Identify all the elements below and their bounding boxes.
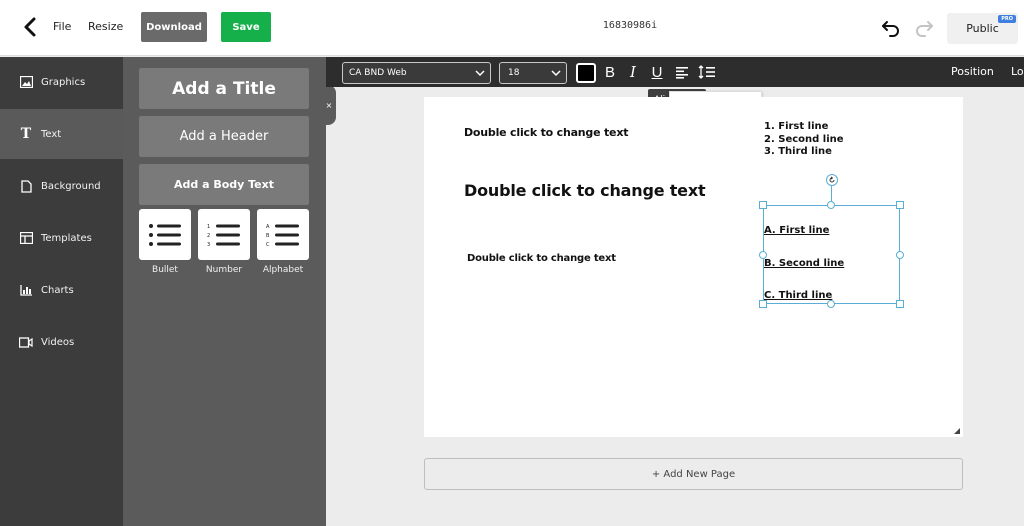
svg-text:2: 2 — [207, 233, 210, 239]
panel-collapse-button[interactable]: × — [322, 85, 336, 125]
alphabet-list-icon: A B C — [266, 224, 299, 248]
text-panel: Add a Title Add a Header Add a Body Text… — [123, 57, 326, 526]
alphabet-label: Alphabet — [262, 265, 304, 275]
font-size-select[interactable]: 18 — [499, 62, 567, 84]
nav-item-videos[interactable]: Videos — [0, 317, 123, 367]
undo-icon[interactable] — [880, 16, 902, 38]
lock-button[interactable]: Lo — [1011, 65, 1024, 78]
font-family-value: CA BND Web — [349, 68, 407, 78]
public-button[interactable]: Public PRO — [947, 13, 1018, 44]
page-resize-icon[interactable] — [954, 428, 960, 434]
numbered-list-icon: 1 2 3 — [207, 224, 240, 248]
list-item: 2. Second line — [764, 133, 844, 145]
resize-handle[interactable] — [896, 251, 904, 259]
svg-text:B: B — [266, 233, 270, 239]
text-icon: T — [20, 126, 32, 142]
templates-icon — [19, 231, 33, 245]
number-list-button[interactable]: 1 2 3 — [198, 209, 250, 260]
video-icon — [19, 335, 33, 349]
list-item: B. Second line — [764, 258, 845, 269]
chevron-down-icon — [475, 70, 485, 77]
nav-item-charts[interactable]: Charts — [0, 265, 123, 315]
number-label: Number — [205, 265, 243, 275]
nav-item-graphics[interactable]: Graphics — [0, 57, 123, 107]
nav-label: Templates — [41, 232, 92, 244]
list-item: 3. Third line — [764, 146, 832, 157]
resize-handle[interactable] — [827, 300, 835, 308]
list-item: C. Third line — [764, 290, 833, 301]
svg-text:C: C — [266, 242, 270, 248]
canvas-text-small[interactable]: Double click to change text — [464, 126, 628, 139]
svg-text:3: 3 — [207, 242, 210, 248]
add-body-text-button[interactable]: Add a Body Text — [139, 164, 309, 205]
bullet-list-button[interactable] — [139, 209, 191, 260]
underline-button[interactable]: U — [648, 63, 666, 81]
line-spacing-icon[interactable] — [698, 63, 716, 81]
format-toolbar: CA BND Web 18 B I U Position Lo — [326, 57, 1024, 87]
resize-handle[interactable] — [827, 201, 835, 209]
document-icon — [19, 179, 33, 193]
nav-label: Charts — [41, 284, 74, 296]
left-nav: Graphics T Text Background Templates Cha… — [0, 57, 123, 526]
image-icon — [19, 75, 33, 89]
save-button[interactable]: Save — [221, 12, 271, 42]
rotate-handle-icon[interactable] — [826, 174, 838, 186]
font-family-select[interactable]: CA BND Web — [342, 62, 491, 84]
add-title-button[interactable]: Add a Title — [139, 68, 309, 109]
alphabet-list-button[interactable]: A B C — [257, 209, 309, 260]
numbered-list[interactable]: 1. First line 2. Second line 3. Third li… — [764, 121, 844, 159]
svg-text:1: 1 — [207, 224, 210, 230]
nav-item-background[interactable]: Background — [0, 161, 123, 211]
public-label: Public — [966, 22, 999, 35]
resize-handle[interactable] — [896, 201, 904, 209]
text-color-swatch[interactable] — [576, 63, 596, 83]
align-icon[interactable] — [673, 63, 691, 81]
nav-label: Graphics — [41, 76, 86, 88]
position-button[interactable]: Position — [951, 65, 994, 78]
svg-text:A: A — [266, 224, 270, 230]
redo-icon[interactable] — [913, 16, 935, 38]
document-id: 16830986i — [602, 20, 658, 31]
file-menu[interactable]: File — [53, 20, 71, 33]
top-bar: File Resize Download Save 16830986i Publ… — [0, 0, 1024, 56]
resize-menu[interactable]: Resize — [88, 20, 123, 33]
chart-icon — [19, 283, 33, 297]
nav-item-templates[interactable]: Templates — [0, 213, 123, 263]
resize-handle[interactable] — [759, 201, 767, 209]
download-button[interactable]: Download — [141, 12, 207, 42]
nav-item-text[interactable]: T Text — [0, 109, 123, 159]
add-header-button[interactable]: Add a Header — [139, 116, 309, 157]
pro-badge: PRO — [998, 15, 1016, 23]
resize-handle[interactable] — [759, 300, 767, 308]
font-size-value: 18 — [508, 68, 520, 78]
chevron-down-icon — [551, 70, 561, 77]
canvas-text-body[interactable]: Double click to change text — [467, 253, 616, 264]
list-item: A. First line — [764, 225, 830, 236]
canvas-page[interactable]: Double click to change text Double click… — [424, 97, 963, 437]
list-item: 1. First line — [764, 121, 829, 132]
italic-button[interactable]: I — [624, 63, 642, 81]
canvas-text-large[interactable]: Double click to change text — [464, 181, 706, 200]
back-arrow-icon[interactable] — [20, 16, 40, 38]
resize-handle[interactable] — [896, 300, 904, 308]
add-new-page-button[interactable]: + Add New Page — [424, 458, 963, 490]
nav-label: Background — [41, 180, 101, 192]
nav-label: Text — [41, 128, 62, 140]
bullet-list-icon — [149, 223, 181, 246]
bold-button[interactable]: B — [601, 63, 619, 81]
nav-label: Videos — [41, 336, 75, 348]
bullet-label: Bullet — [152, 265, 178, 275]
